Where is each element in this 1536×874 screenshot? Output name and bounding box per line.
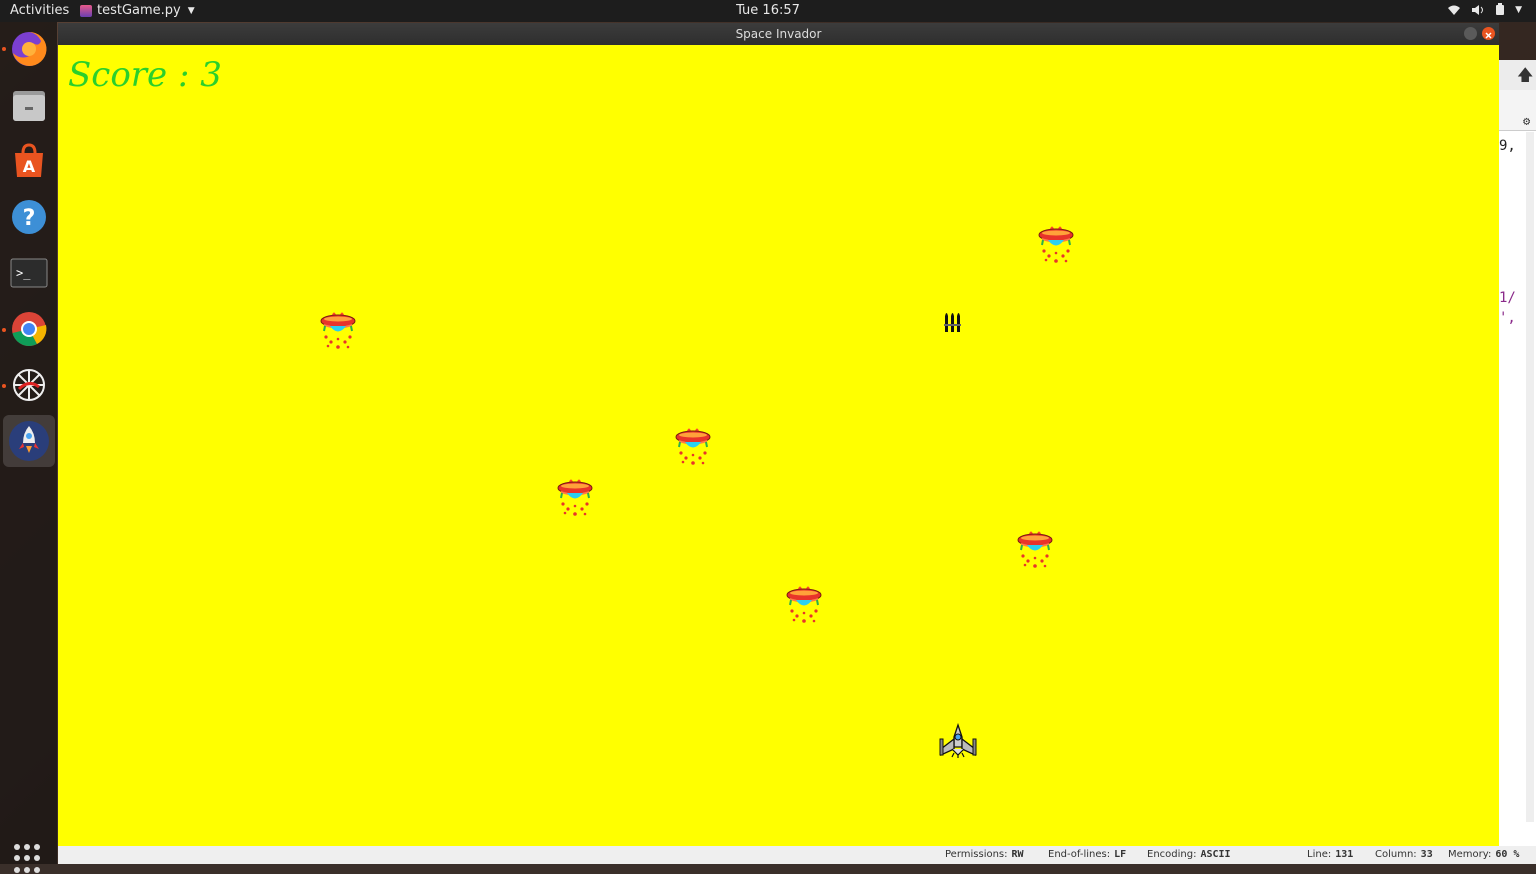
line-status[interactable]: Line: 131 xyxy=(1307,849,1353,860)
close-button[interactable] xyxy=(1482,27,1495,40)
permissions-status[interactable]: Permissions: RW xyxy=(945,849,1024,860)
chrome-icon[interactable] xyxy=(8,308,50,350)
up-arrow-icon[interactable]: 🡅 xyxy=(1517,64,1533,91)
game-window: Space Invador Score : 3 xyxy=(58,23,1499,846)
minimize-button[interactable] xyxy=(1464,27,1477,40)
memory-status: Memory: 60 % xyxy=(1448,849,1520,860)
close-icon xyxy=(1485,32,1492,39)
window-titlebar[interactable]: Space Invador xyxy=(58,23,1499,45)
network-app-icon[interactable] xyxy=(8,364,50,406)
chevron-down-icon: ▼ xyxy=(187,5,195,16)
firefox-icon[interactable] xyxy=(8,28,50,70)
ufo-enemy-icon xyxy=(320,311,356,350)
dock: A ? >_ xyxy=(0,22,57,873)
code-line: 1/ xyxy=(1499,290,1516,306)
wifi-icon xyxy=(1448,5,1461,15)
svg-text:>_: >_ xyxy=(16,266,31,280)
eol-status[interactable]: End-of-lines: LF xyxy=(1048,849,1126,860)
running-indicator xyxy=(2,47,6,51)
running-indicator xyxy=(2,328,6,332)
terminal-icon[interactable]: >_ xyxy=(8,252,50,294)
files-icon[interactable] xyxy=(8,84,50,126)
window-title: Space Invador xyxy=(735,27,822,41)
activities-button[interactable]: Activities xyxy=(10,3,69,18)
player-spaceship-icon xyxy=(939,723,977,758)
volume-icon xyxy=(1472,4,1484,15)
clock[interactable]: Tue 16:57 xyxy=(736,3,800,18)
top-bar: Activities testGame.py ▼ Tue 16:57 ▼ xyxy=(0,0,1536,22)
gear-icon[interactable]: ⚙ xyxy=(1523,114,1530,128)
chevron-down-icon: ▼ xyxy=(1515,4,1522,15)
running-indicator xyxy=(2,384,6,388)
app-icon xyxy=(80,4,92,17)
svg-text:A: A xyxy=(23,157,36,176)
ufo-enemy-icon xyxy=(675,427,711,466)
code-line: 9, xyxy=(1499,138,1516,154)
scrollbar[interactable] xyxy=(1526,132,1534,822)
text-editor-background: 🡅 ⚙ 9, 1/ ', xyxy=(1499,60,1536,846)
ufo-enemy-icon xyxy=(1038,225,1074,264)
bullet-ammo-icon xyxy=(944,313,961,332)
code-line: ', xyxy=(1499,310,1516,326)
app-menu[interactable]: testGame.py ▼ xyxy=(80,3,195,18)
battery-icon xyxy=(1496,3,1505,15)
column-status[interactable]: Column: 33 xyxy=(1375,849,1433,860)
svg-text:?: ? xyxy=(23,206,36,231)
software-center-icon[interactable]: A xyxy=(8,140,50,182)
rocket-game-icon[interactable] xyxy=(3,415,55,467)
editor-tab-bar: ⚙ xyxy=(1499,90,1536,131)
ufo-enemy-icon xyxy=(786,585,822,624)
app-menu-label: testGame.py xyxy=(97,3,181,18)
ufo-enemy-icon xyxy=(557,478,593,517)
editor-toolbar: 🡅 xyxy=(1499,60,1536,91)
editor-statusbar: Permissions: RW End-of-lines: LF Encoding:… xyxy=(58,846,1536,864)
score-label: Score : 3 xyxy=(68,55,222,95)
ufo-enemy-icon xyxy=(1017,530,1053,569)
help-icon[interactable]: ? xyxy=(8,196,50,238)
encoding-status[interactable]: Encoding: ASCII xyxy=(1147,849,1231,860)
game-canvas[interactable]: Score : 3 xyxy=(58,45,1499,846)
system-tray[interactable]: ▼ xyxy=(1447,3,1522,16)
show-applications-icon[interactable] xyxy=(14,844,44,874)
